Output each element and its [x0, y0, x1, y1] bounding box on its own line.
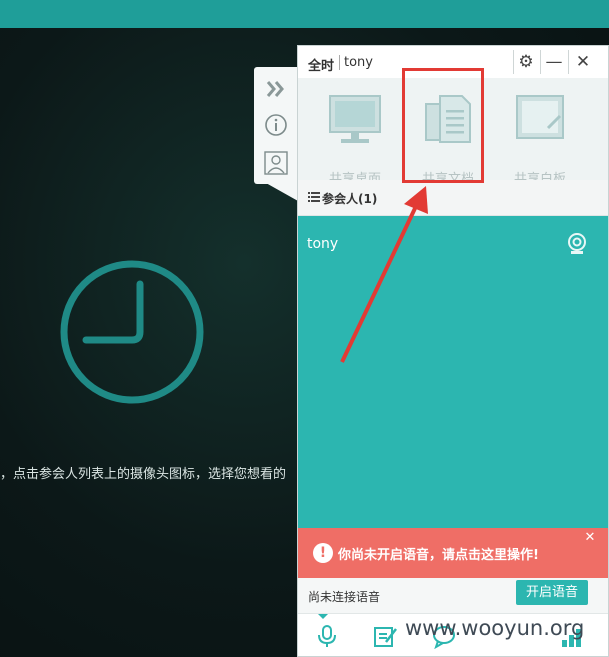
alert-icon: !: [313, 543, 333, 563]
enable-voice-button[interactable]: 开启语音: [516, 580, 588, 605]
annotation-arrow-icon: [340, 186, 428, 363]
titlebar-divider: [568, 50, 569, 74]
minimize-icon[interactable]: —: [542, 51, 566, 73]
monitor-icon: [329, 95, 381, 143]
microphone-icon[interactable]: [314, 623, 340, 649]
gear-icon[interactable]: ⚙: [514, 51, 538, 73]
stage-hint-text: ，点击参会人列表上的摄像头图标，选择您想看的: [0, 467, 287, 482]
voice-status-bar: 尚未连接语音 开启语音: [298, 578, 608, 614]
voice-warning-text: 你尚未开启语音，请点击这里操作!: [338, 548, 539, 563]
side-rail: [254, 67, 298, 184]
current-user: tony: [344, 55, 373, 70]
voice-status-text: 尚未连接语音: [308, 590, 381, 604]
voice-warning-banner[interactable]: ! 你尚未开启语音，请点击这里操作! ✕: [298, 528, 608, 578]
clock-icon: [60, 260, 204, 404]
info-icon[interactable]: [264, 113, 288, 137]
rail-pointer: [266, 183, 298, 201]
collapse-chevron-icon[interactable]: [264, 77, 288, 101]
active-tab-marker: [318, 614, 328, 619]
webcam-icon[interactable]: [566, 233, 588, 255]
close-icon[interactable]: ✕: [571, 51, 595, 73]
share-desktop-button[interactable]: 共享桌面: [316, 92, 394, 187]
contact-card-icon[interactable]: [264, 151, 288, 175]
title-separator: [339, 55, 340, 70]
brand-label: 全时: [308, 59, 335, 74]
watermark-text: www.wooyun.org: [405, 616, 585, 640]
list-icon: [308, 192, 320, 202]
titlebar-divider: [540, 50, 541, 74]
top-strip: [0, 0, 609, 28]
annotation-highlight-box: [402, 68, 484, 183]
close-icon[interactable]: ✕: [582, 530, 598, 546]
notes-icon[interactable]: [372, 623, 398, 649]
share-whiteboard-button[interactable]: 共享白板: [501, 92, 579, 187]
whiteboard-icon: [516, 95, 564, 139]
